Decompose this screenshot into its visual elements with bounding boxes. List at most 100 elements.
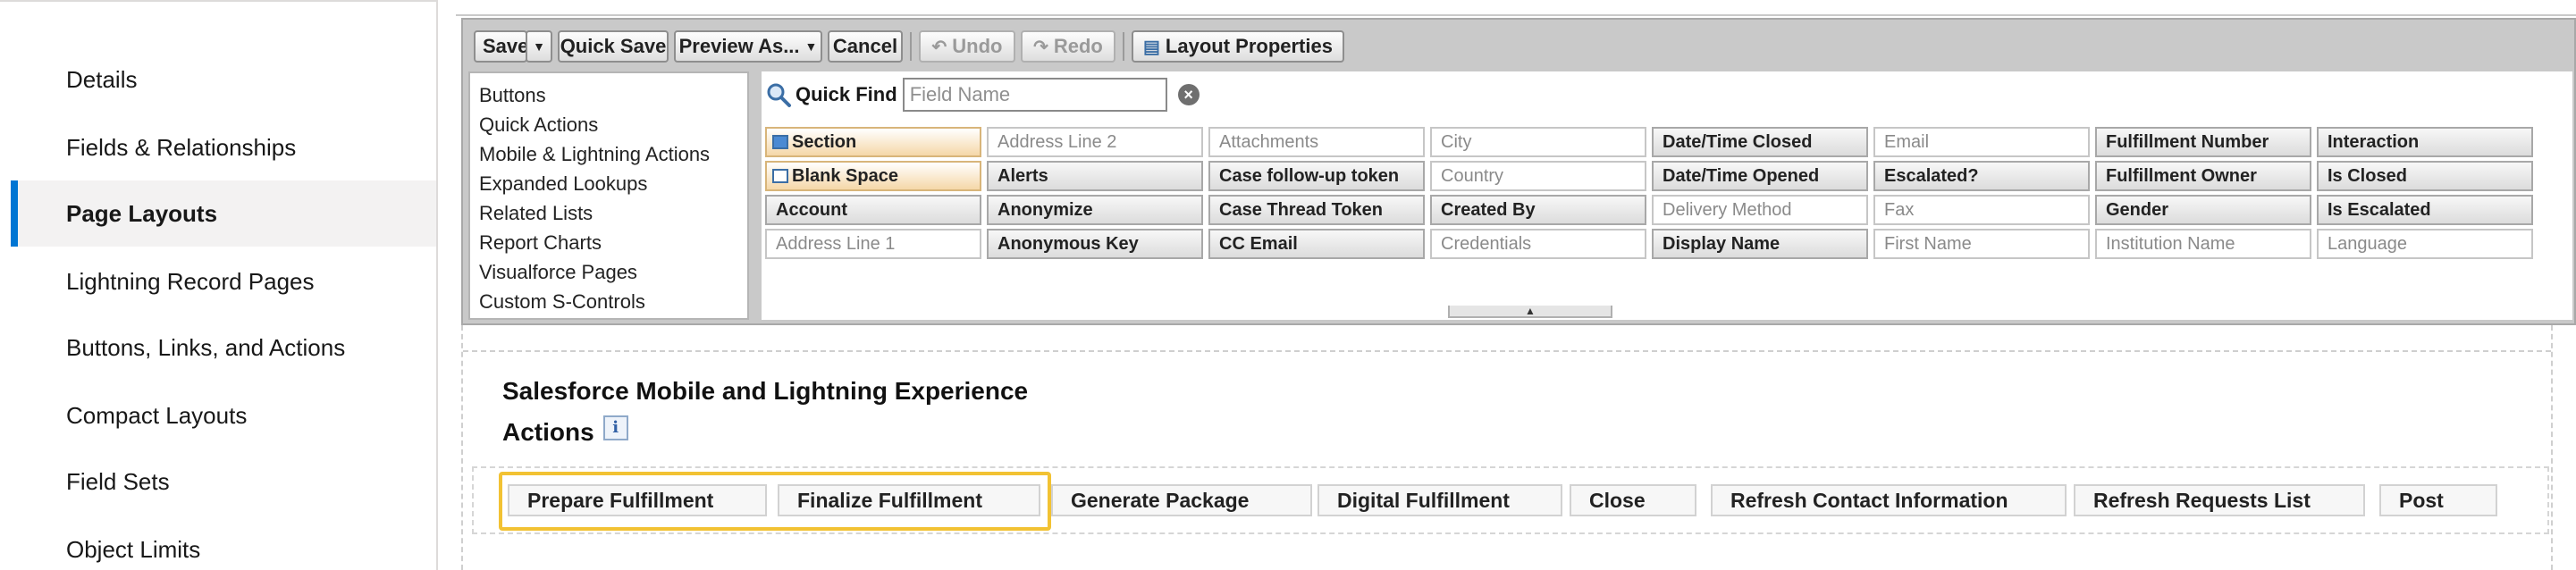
nav-item-label: Buttons, Links, and Actions [66,333,346,361]
layout-canvas: Salesforce Mobile and Lightning Experien… [461,325,2553,570]
palette-item-label: Section [792,132,857,152]
category-custom-s-controls[interactable]: Custom S-Controls [470,287,747,316]
action-close[interactable]: Close [1570,484,1696,516]
palette-field[interactable]: Address Line 1 [765,229,981,259]
palette-field[interactable]: Address Line 2 [987,127,1203,157]
selection-highlight [499,472,1051,531]
nav-item-compact-layouts[interactable]: Compact Layouts [11,382,436,448]
quick-find-input[interactable] [902,78,1167,112]
page-layout-editor: Save ▼ Quick Save Preview As... ▼ Cancel … [438,0,2576,570]
action-generate-package[interactable]: Generate Package [1051,484,1312,516]
action-refresh-contact-information[interactable]: Refresh Contact Information [1711,484,2067,516]
chevron-down-icon: ▼ [804,39,818,54]
palette-item-label: Language [2328,234,2407,254]
palette-field[interactable]: Email [1873,127,2090,157]
chevron-up-icon: ▲ [1525,305,1536,317]
palette-field[interactable]: Date/Time Closed [1652,127,1868,157]
palette-item-section[interactable]: Section [765,127,981,157]
palette-item-label: City [1441,132,1472,152]
quick-save-button[interactable]: Quick Save [558,30,669,63]
action-post[interactable]: Post [2379,484,2497,516]
category-related-lists[interactable]: Related Lists [470,198,747,228]
save-label: Save [483,35,529,57]
palette-field[interactable]: Credentials [1430,229,1646,259]
category-quick-actions[interactable]: Quick Actions [470,110,747,139]
cancel-button[interactable]: Cancel [828,30,903,63]
info-icon[interactable]: i [602,415,628,440]
redo-button[interactable]: ↷ Redo [1021,30,1115,63]
palette-field[interactable]: First Name [1873,229,2090,259]
palette-field[interactable]: Country [1430,161,1646,191]
palette-field[interactable]: Language [2317,229,2533,259]
palette-item-label: Is Closed [2328,166,2407,186]
nav-item-label: Details [66,65,138,93]
palette-item-label: Blank Space [792,166,898,186]
palette-field[interactable]: Gender [2095,195,2311,225]
layout-properties-button[interactable]: ▤ Layout Properties [1132,30,1344,63]
action-digital-fulfillment[interactable]: Digital Fulfillment [1317,484,1562,516]
nav-item-object-limits[interactable]: Object Limits [11,516,436,570]
nav-item-fields-relationships[interactable]: Fields & Relationships [11,114,436,180]
nav-item-field-sets[interactable]: Field Sets [11,448,436,515]
palette-collapse-handle[interactable]: ▲ [1448,306,1612,318]
toolbar-separator [910,32,912,61]
palette-field[interactable]: Display Name [1652,229,1868,259]
nav-item-details[interactable]: Details [11,46,436,113]
action-refresh-requests-list[interactable]: Refresh Requests List [2074,484,2365,516]
palette-field[interactable]: City [1430,127,1646,157]
category-mobile-lightning-actions[interactable]: Mobile & Lightning Actions [470,139,747,169]
palette-field[interactable]: Date/Time Opened [1652,161,1868,191]
actions-title: Actions [502,418,594,446]
palette-fields-area: Quick Find × Section Address Line 2 Atta… [762,71,2572,320]
palette-field[interactable]: Case follow-up token [1208,161,1425,191]
palette-field[interactable]: Created By [1430,195,1646,225]
palette-item-label: Email [1884,132,1930,152]
preview-as-button[interactable]: Preview As... ▼ [674,30,822,63]
save-button[interactable]: Save [474,30,529,63]
palette-field[interactable]: Escalated? [1873,161,2090,191]
palette-field[interactable]: Is Escalated [2317,195,2533,225]
actions-header: Actions i [502,415,628,447]
palette-item-label: Fulfillment Number [2106,132,2269,152]
undo-button[interactable]: ↶ Undo [919,30,1015,63]
palette-item-label: Delivery Method [1663,200,1792,220]
palette-item-label: CC Email [1219,234,1298,254]
palette-field[interactable]: Attachments [1208,127,1425,157]
palette-item-label: Anonymize [998,200,1093,220]
palette-field[interactable]: Fulfillment Number [2095,127,2311,157]
nav-item-page-layouts[interactable]: Page Layouts [11,180,436,247]
palette-field[interactable]: Fax [1873,195,2090,225]
palette-field[interactable]: Delivery Method [1652,195,1868,225]
category-visualforce-pages[interactable]: Visualforce Pages [470,257,747,287]
save-options-dropdown[interactable]: ▼ [526,30,552,63]
palette-item-label: Fulfillment Owner [2106,166,2257,186]
category-report-charts[interactable]: Report Charts [470,228,747,257]
category-buttons[interactable]: Buttons [470,80,747,110]
palette-field[interactable]: Is Closed [2317,161,2533,191]
palette-field[interactable]: Institution Name [2095,229,2311,259]
palette-field[interactable]: Case Thread Token [1208,195,1425,225]
editor-toolbar: Save ▼ Quick Save Preview As... ▼ Cancel … [463,20,2574,66]
palette-item-label: Display Name [1663,234,1780,254]
nav-item-label: Compact Layouts [66,401,248,429]
palette-field[interactable]: Account [765,195,981,225]
nav-item-lightning-record-pages[interactable]: Lightning Record Pages [11,248,436,314]
palette-item-blank-space[interactable]: Blank Space [765,161,981,191]
palette-item-label: Institution Name [2106,234,2235,254]
redo-icon: ↷ [1033,37,1048,57]
chevron-down-icon: ▼ [533,39,545,54]
palette-field[interactable]: Alerts [987,161,1203,191]
action-label: Generate Package [1071,488,1250,512]
palette-field[interactable]: Anonymize [987,195,1203,225]
search-icon [767,83,791,107]
clear-icon[interactable]: × [1177,84,1200,105]
nav-item-label: Fields & Relationships [66,133,297,161]
category-expanded-lookups[interactable]: Expanded Lookups [470,169,747,198]
nav-item-buttons-links-actions[interactable]: Buttons, Links, and Actions [11,314,436,381]
palette-field[interactable]: Interaction [2317,127,2533,157]
palette-field[interactable]: CC Email [1208,229,1425,259]
palette-field[interactable]: Fulfillment Owner [2095,161,2311,191]
palette-item-label: Date/Time Closed [1663,132,1813,152]
palette-field[interactable]: Anonymous Key [987,229,1203,259]
nav-item-label: Object Limits [66,535,201,563]
